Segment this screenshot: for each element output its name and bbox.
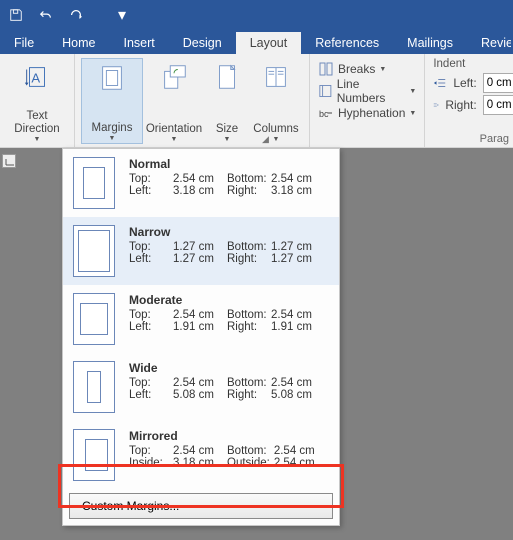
redo-icon[interactable] [68, 7, 84, 23]
margin-preset-moderate[interactable]: Moderate Top:2.54 cmBottom:2.54 cm Left:… [63, 285, 339, 353]
indent-right-label: Right: [445, 98, 476, 112]
ribbon: A TextDirection▼ Margins▼ Orientation▼ S… [0, 54, 513, 148]
preset-name: Moderate [129, 293, 182, 307]
margin-preset-mirrored[interactable]: Mirrored Top:2.54 cmBottom:2.54 cm Insid… [63, 421, 339, 489]
quick-access-toolbar: ▾ [0, 0, 513, 30]
hyphenation-button[interactable]: bc Hyphenation▼ [318, 102, 416, 124]
margins-button[interactable]: Margins▼ [81, 58, 143, 144]
undo-icon[interactable] [38, 7, 54, 23]
line-numbers-label: Line Numbers [337, 77, 406, 105]
preset-name: Wide [129, 361, 158, 375]
chevron-down-icon: ▼ [34, 136, 41, 144]
indent-right-input[interactable]: ▲▼ [483, 95, 513, 115]
paragraph-group-label: Parag [480, 133, 509, 145]
breaks-label: Breaks [338, 62, 375, 76]
text-direction-label: TextDirection [14, 110, 59, 136]
indent-left-input[interactable]: ▲▼ [483, 73, 513, 93]
qat-customize-icon[interactable]: ▾ [114, 7, 130, 23]
indent-group-label: Indent [433, 58, 513, 70]
preset-name: Narrow [129, 225, 170, 239]
preset-thumb-icon [73, 225, 115, 277]
preset-thumb-icon [73, 361, 115, 413]
columns-button[interactable]: Columns▼ [249, 58, 303, 144]
preset-thumb-icon [73, 429, 115, 481]
tab-mailings[interactable]: Mailings [393, 32, 467, 54]
indent-left-icon [433, 76, 447, 90]
preset-name: Normal [129, 157, 170, 171]
chevron-down-icon: ▼ [224, 136, 231, 144]
preset-thumb-icon [73, 157, 115, 209]
size-label: Size [216, 123, 238, 136]
orientation-button[interactable]: Orientation▼ [143, 58, 205, 144]
tab-layout[interactable]: Layout [236, 32, 302, 54]
tab-selector[interactable] [2, 154, 16, 168]
tab-review[interactable]: Revie [467, 32, 511, 54]
size-button[interactable]: Size▼ [205, 58, 249, 144]
custom-margins-button[interactable]: Custom Margins... [69, 493, 333, 519]
columns-label: Columns [253, 123, 298, 136]
group-page-setup-2: Breaks▼ Line Numbers▼ bc Hyphenation▼ ◢ [310, 54, 425, 147]
group-page-setup: Margins▼ Orientation▼ Size▼ Columns▼ [75, 54, 310, 147]
margin-preset-normal[interactable]: Normal Top:2.54 cmBottom:2.54 cm Left:3.… [63, 149, 339, 217]
tab-references[interactable]: References [301, 32, 393, 54]
svg-text:A: A [31, 71, 40, 86]
indent-right-icon [433, 102, 439, 108]
margin-preset-wide[interactable]: Wide Top:2.54 cmBottom:2.54 cm Left:5.08… [63, 353, 339, 421]
preset-name: Mirrored [129, 429, 178, 443]
chevron-down-icon: ▼ [171, 136, 178, 144]
save-icon[interactable] [8, 7, 24, 23]
group-text-direction: A TextDirection▼ [0, 54, 75, 147]
text-direction-button[interactable]: A TextDirection▼ [6, 58, 68, 144]
svg-text:bc: bc [319, 109, 329, 119]
chevron-down-icon: ▼ [109, 135, 116, 143]
tab-insert[interactable]: Insert [110, 32, 169, 54]
indent-left-label: Left: [453, 76, 476, 90]
margins-label: Margins [92, 122, 133, 135]
tab-home[interactable]: Home [48, 32, 109, 54]
margins-dropdown: Normal Top:2.54 cmBottom:2.54 cm Left:3.… [62, 148, 340, 526]
tab-file[interactable]: File [0, 32, 48, 54]
line-numbers-button[interactable]: Line Numbers▼ [318, 80, 416, 102]
page-setup-launcher-icon[interactable]: ◢ [262, 134, 269, 145]
tab-design[interactable]: Design [169, 32, 236, 54]
preset-thumb-icon [73, 293, 115, 345]
ribbon-tabs: File Home Insert Design Layout Reference… [0, 30, 513, 54]
hyphenation-label: Hyphenation [338, 106, 405, 120]
document-canvas: Normal Top:2.54 cmBottom:2.54 cm Left:3.… [0, 148, 513, 540]
margin-preset-narrow[interactable]: Narrow Top:1.27 cmBottom:1.27 cm Left:1.… [63, 217, 339, 285]
orientation-label: Orientation [146, 123, 202, 136]
chevron-down-icon: ▼ [273, 136, 280, 144]
